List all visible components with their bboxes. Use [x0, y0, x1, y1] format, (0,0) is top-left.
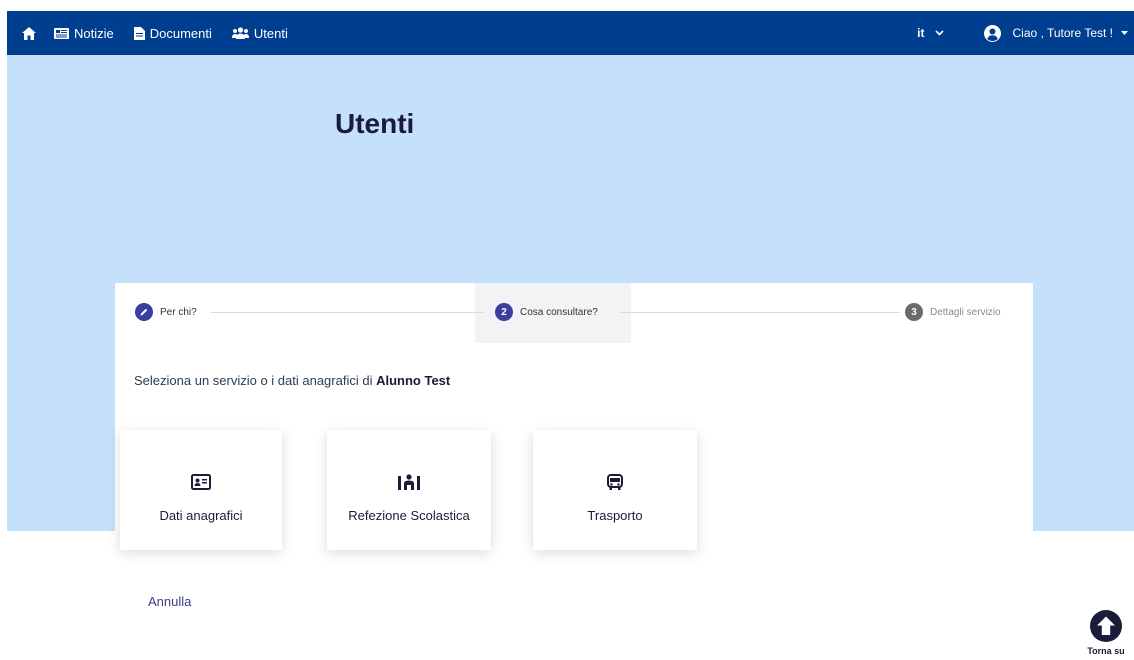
top-navbar: Notizie Documenti Utenti it Ciao , Tutor… [7, 11, 1134, 55]
newspaper-icon [54, 27, 69, 39]
back-to-top-label: Torna su [1087, 646, 1125, 656]
home-icon [22, 26, 36, 40]
user-circle-icon [983, 24, 1001, 42]
nav-item-utenti[interactable]: Utenti [231, 25, 288, 41]
nav-label-documenti: Documenti [149, 25, 212, 41]
service-card-trasporto[interactable]: Trasporto [533, 430, 697, 550]
service-label: Refezione Scolastica [348, 508, 470, 523]
back-to-top-button[interactable]: Torna su [1078, 610, 1134, 660]
step-label: Per chi? [160, 306, 197, 318]
selection-prompt: Seleziona un servizio o i dati anagrafic… [134, 373, 450, 388]
id-card-icon [191, 474, 211, 490]
step-completed-icon [135, 303, 153, 321]
stepper: Per chi? 2 Cosa consultare? 3 Dettagli s… [115, 283, 1033, 343]
users-icon [231, 27, 249, 39]
caret-down-icon [1121, 30, 1128, 35]
nav-label-notizie: Notizie [74, 25, 114, 41]
step-connector-1 [211, 312, 485, 313]
prompt-text: Seleziona un servizio o i dati anagrafic… [134, 373, 377, 388]
service-card-dati-anagrafici[interactable]: Dati anagrafici [120, 430, 282, 550]
step-label: Cosa consultare? [520, 306, 598, 318]
language-label: it [917, 26, 925, 40]
navbar-right: it Ciao , Tutore Test ! [917, 11, 1128, 55]
student-name: Alunno Test [376, 373, 451, 388]
language-selector[interactable]: it [917, 26, 944, 40]
cancel-link[interactable]: Annulla [148, 594, 191, 609]
step-dettagli-servizio[interactable]: 3 Dettagli servizio [905, 303, 1001, 321]
step-per-chi[interactable]: Per chi? [135, 303, 197, 321]
nav-label-utenti: Utenti [253, 25, 288, 41]
bus-icon [607, 474, 623, 490]
nav-item-notizie[interactable]: Notizie [54, 26, 114, 41]
home-button[interactable] [22, 26, 36, 40]
user-greeting: Ciao , Tutore Test ! [1012, 26, 1114, 40]
user-menu[interactable]: Ciao , Tutore Test ! [983, 24, 1128, 42]
chevron-down-icon [934, 30, 944, 36]
service-label: Trasporto [587, 508, 643, 523]
step-connector-2 [620, 312, 900, 313]
step-number-badge: 2 [495, 303, 513, 321]
document-icon [133, 26, 145, 40]
service-card-refezione-scolastica[interactable]: Refezione Scolastica [327, 430, 491, 550]
step-cosa-consultare[interactable]: 2 Cosa consultare? [495, 303, 598, 321]
service-label: Dati anagrafici [159, 508, 243, 523]
step-number-badge: 3 [905, 303, 923, 321]
nav-item-documenti[interactable]: Documenti [133, 25, 212, 41]
step-label: Dettagli servizio [930, 306, 1001, 318]
canteen-icon [398, 474, 420, 490]
arrow-up-circle-icon [1090, 610, 1122, 642]
page-title: Utenti [335, 108, 415, 139]
